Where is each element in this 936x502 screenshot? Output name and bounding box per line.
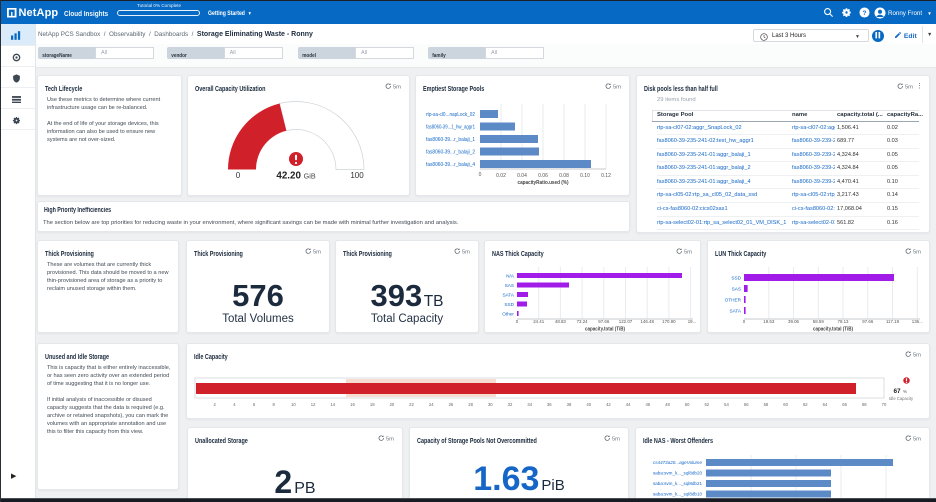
svg-text:54: 54 [724,402,729,407]
svg-text:32: 32 [508,402,513,407]
svg-text:24.41: 24.41 [533,319,545,324]
svg-text:170.90: 170.90 [662,319,676,324]
svg-text:146.48: 146.48 [640,319,654,324]
svg-text:0: 0 [479,172,482,178]
svg-text:Other: Other [502,312,514,317]
svg-text:18: 18 [370,402,375,407]
svg-text:capacity.total (TiB): capacity.total (TiB) [813,327,853,333]
svg-text:0: 0 [743,319,746,324]
svg-text:97.66: 97.66 [862,319,874,324]
svg-text:50: 50 [685,402,690,407]
svg-text:122.07: 122.07 [619,319,633,324]
svg-text:8: 8 [273,402,276,407]
svg-text:70: 70 [882,402,887,407]
svg-text:0.12: 0.12 [601,173,611,179]
svg-text:fas8060-39...r_balaji_2: fas8060-39...r_balaji_2 [426,150,475,156]
svg-text:SSD: SSD [731,276,741,281]
svg-text:N/A: N/A [506,274,515,279]
svg-text:67: 67 [893,388,901,395]
svg-text:42.20 GiB: 42.20 GiB [276,171,315,182]
svg-text:62: 62 [803,402,808,407]
svg-text:4: 4 [233,402,236,407]
svg-text:saba:svm_k..._sql8db21: saba:svm_k..._sql8db21 [653,481,702,487]
svg-text:SSD: SSD [504,302,514,307]
svg-text:6: 6 [253,402,256,407]
svg-text:capacity.total (TiB): capacity.total (TiB) [585,327,625,333]
svg-text:44: 44 [626,402,631,407]
svg-text:0.06: 0.06 [538,173,548,179]
svg-text:fas8060-39...r_balaji_4: fas8060-39...r_balaji_4 [426,162,475,168]
svg-text:40: 40 [586,402,591,407]
svg-text:saba:svm_k..._sql8db10: saba:svm_k..._sql8db10 [653,492,702,498]
svg-text:73.24: 73.24 [577,319,589,324]
svg-text:Idle Capacity: Idle Capacity [889,396,914,401]
svg-text:fas8060-39...1_hw_aggr1: fas8060-39...1_hw_aggr1 [426,125,475,131]
svg-text:58: 58 [764,402,769,407]
svg-text:58.59: 58.59 [813,319,825,324]
svg-text:38: 38 [567,402,572,407]
svg-text:SATA: SATA [502,293,514,298]
svg-text:14: 14 [330,402,335,407]
svg-text:?: ? [863,10,867,17]
svg-text:0: 0 [236,171,241,180]
svg-text:SATA: SATA [729,309,741,314]
svg-text:78.13: 78.13 [838,319,850,324]
svg-text:19...: 19... [688,319,697,324]
svg-text:66: 66 [842,402,847,407]
svg-text:12: 12 [311,402,316,407]
svg-text:capacityRatio.used (%): capacityRatio.used (%) [518,180,569,186]
svg-text:48.83: 48.83 [555,319,567,324]
svg-text:24: 24 [429,402,434,407]
svg-text:16: 16 [350,402,355,407]
svg-text:22: 22 [409,402,414,407]
svg-text:68: 68 [862,402,867,407]
svg-text:46: 46 [645,402,650,407]
svg-text:136...: 136... [912,319,923,324]
svg-text:%: % [903,389,907,394]
svg-text:56: 56 [744,402,749,407]
svg-text:0.02: 0.02 [496,173,506,179]
svg-text:64: 64 [823,402,828,407]
svg-text:117.19: 117.19 [886,319,900,324]
svg-text:100: 100 [350,171,364,180]
svg-text:52: 52 [704,402,709,407]
svg-text:0.08: 0.08 [559,173,569,179]
svg-text:34: 34 [527,402,532,407]
svg-text:10: 10 [291,402,296,407]
svg-text:SAS: SAS [732,287,741,292]
svg-text:36: 36 [547,402,552,407]
svg-text:30: 30 [488,402,493,407]
svg-text:saba:svm_k..._sql8db20: saba:svm_k..._sql8db20 [653,471,702,477]
svg-text:fas8060-39...r_balaji_1: fas8060-39...r_balaji_1 [426,137,475,143]
svg-text:rtp-sa-cl0...napLock_02: rtp-sa-cl0...napLock_02 [426,112,475,118]
svg-text:20: 20 [390,402,395,407]
svg-text:19.53: 19.53 [763,319,775,324]
svg-text:39.06: 39.06 [788,319,800,324]
svg-text:0: 0 [516,319,519,324]
svg-text:2: 2 [214,402,217,407]
svg-text:0.10: 0.10 [580,173,590,179]
svg-text:26: 26 [449,402,454,407]
svg-text:42: 42 [606,402,611,407]
svg-text:28: 28 [468,402,473,407]
svg-text:SAS: SAS [505,283,514,288]
svg-text:OTHER: OTHER [725,298,742,303]
svg-text:97.66: 97.66 [598,319,610,324]
svg-text:cs4473a20...ageVolume: cs4473a20...ageVolume [653,460,702,466]
svg-text:48: 48 [665,402,670,407]
svg-text:0.04: 0.04 [517,173,527,179]
svg-text:60: 60 [783,402,788,407]
